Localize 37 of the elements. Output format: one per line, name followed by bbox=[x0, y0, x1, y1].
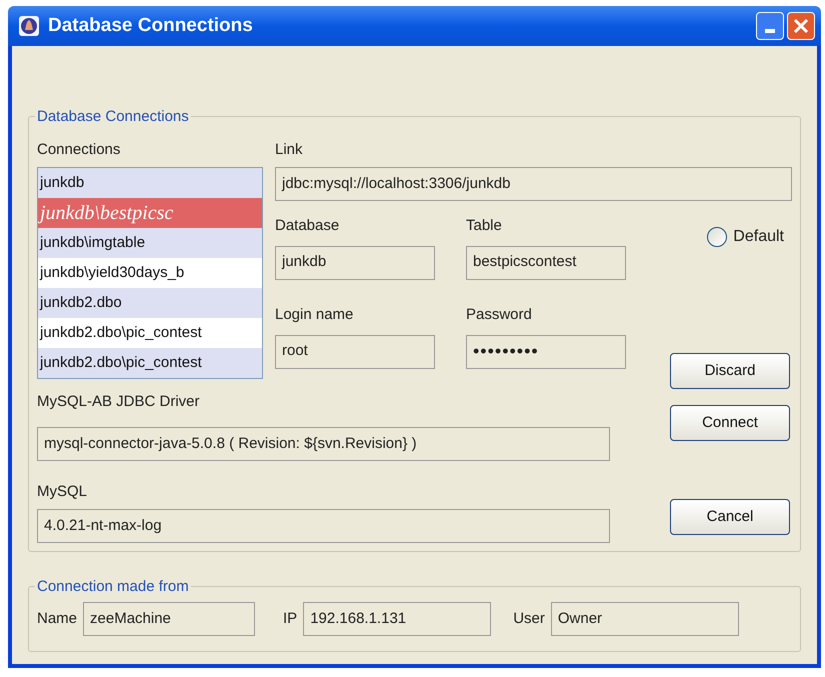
field-label: Name bbox=[37, 608, 78, 629]
field-label: MySQL bbox=[37, 482, 88, 502]
link-field[interactable]: jdbc:mysql://localhost:3306/junkdb bbox=[275, 167, 792, 201]
driver-field[interactable]: mysql-connector-java-5.0.8 ( Revision: ${svn.Revision} ) bbox=[37, 427, 610, 461]
connections-list[interactable]: junkdb junkdb\bestpicsc junkdb\imgtable junkdb\yield30days_b junkdb2.dbo junkdb2.dbo\pic_contest junkdb2.dbo\pic_contest bbox=[37, 167, 263, 379]
connection-item[interactable]: junkdb2.dbo bbox=[38, 288, 262, 318]
table-field[interactable]: bestpicscontest bbox=[466, 246, 626, 280]
connect-button[interactable]: Connect bbox=[670, 405, 790, 441]
field-label: Connections bbox=[37, 140, 122, 160]
field-label: Default bbox=[733, 227, 784, 247]
close-icon bbox=[793, 18, 809, 34]
discard-button[interactable]: Discard bbox=[670, 353, 790, 389]
radio-button[interactable] bbox=[707, 227, 728, 247]
cancel-button[interactable]: Cancel bbox=[670, 499, 790, 535]
minimize-button[interactable] bbox=[756, 12, 784, 40]
field-label: Login name bbox=[275, 305, 354, 325]
connection-item[interactable]: junkdb\imgtable bbox=[38, 228, 262, 258]
field-label: Database bbox=[275, 216, 340, 236]
field-label: User bbox=[513, 608, 545, 629]
field-label: IP bbox=[283, 608, 298, 629]
close-button[interactable] bbox=[787, 12, 815, 40]
server-field[interactable]: 4.0.21-nt-max-log bbox=[37, 509, 610, 543]
field-label: MySQL-AB JDBC Driver bbox=[37, 392, 201, 412]
connection-item[interactable]: junkdb2.dbo\pic_contest bbox=[38, 348, 262, 378]
field-label: Link bbox=[275, 140, 304, 160]
login-name-field[interactable]: root bbox=[275, 334, 435, 368]
info-field[interactable]: 192.168.1.131 bbox=[303, 602, 492, 636]
minimize-icon bbox=[765, 29, 775, 33]
field-label: Password bbox=[466, 305, 533, 325]
window-title: Database Connections bbox=[48, 14, 254, 38]
connection-item[interactable]: junkdb bbox=[38, 168, 262, 198]
info-field[interactable]: Owner bbox=[550, 602, 739, 636]
password-field[interactable]: ••••••••• bbox=[466, 334, 626, 368]
app-icon bbox=[18, 15, 40, 37]
database-field[interactable]: junkdb bbox=[275, 246, 435, 280]
field-label: Table bbox=[466, 216, 503, 236]
info-field[interactable]: zeeMachine bbox=[83, 602, 256, 636]
